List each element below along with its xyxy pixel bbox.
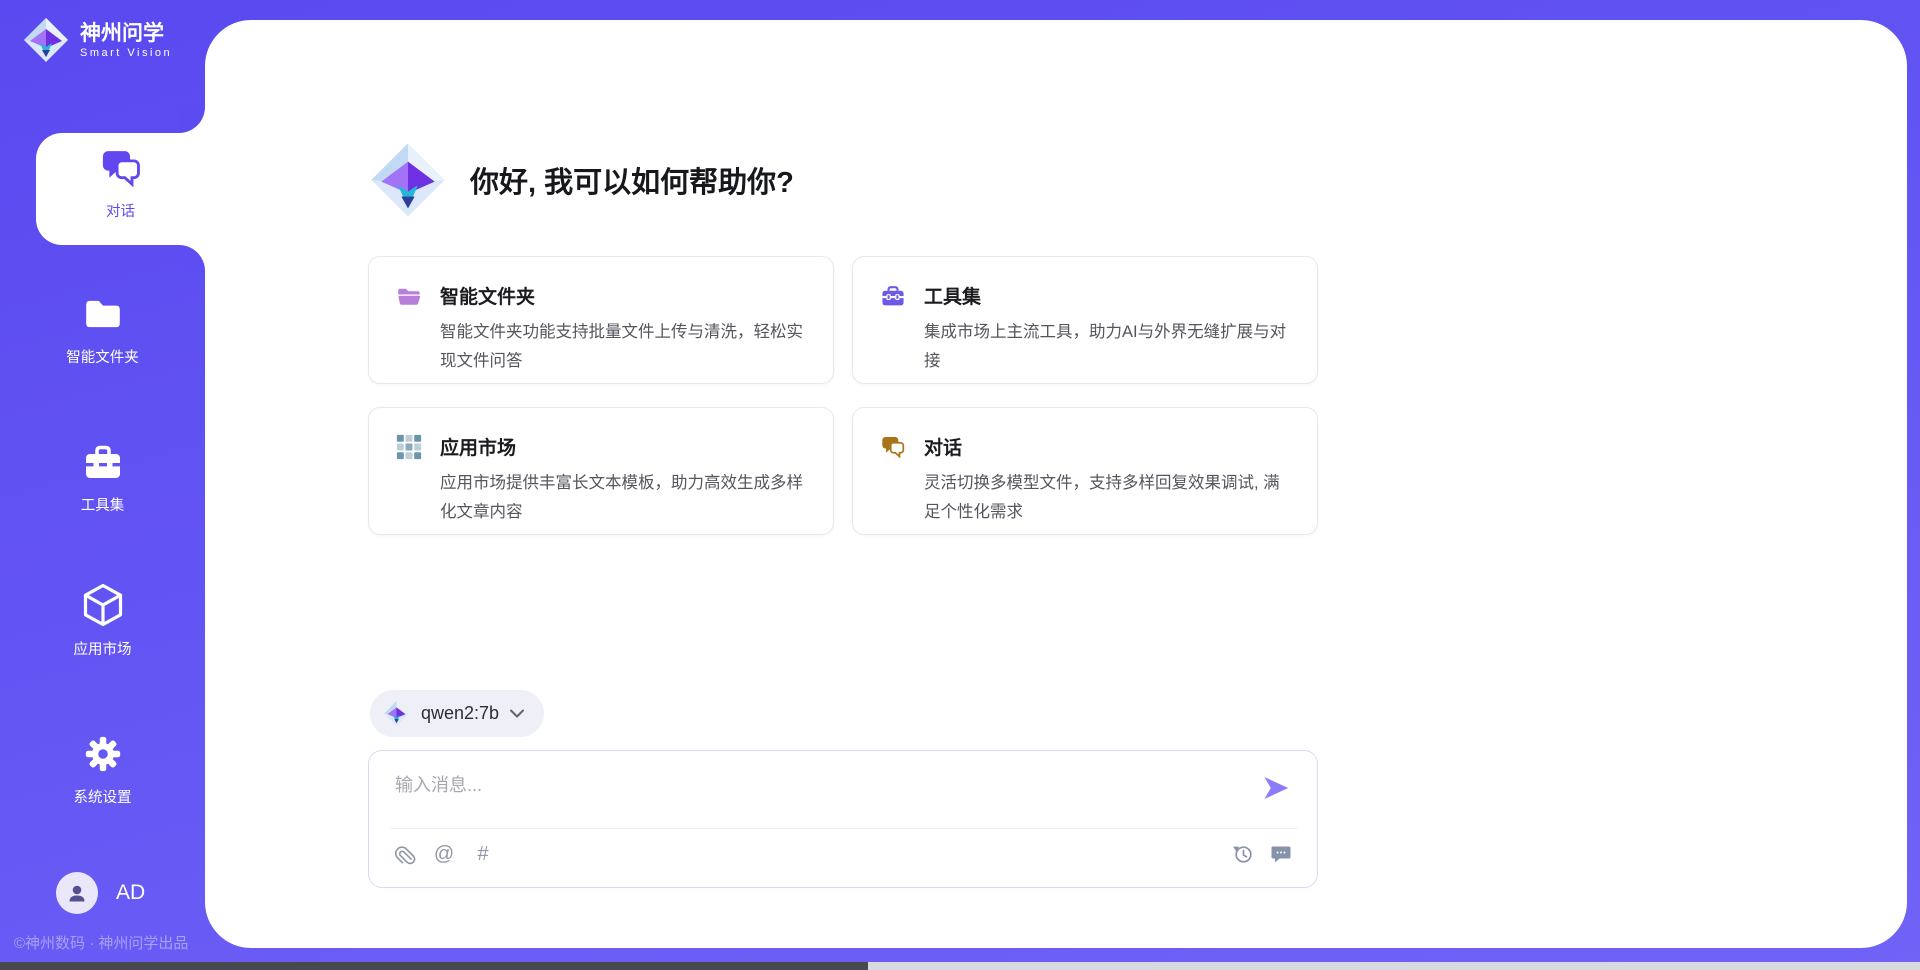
feedback-button[interactable]: [1269, 841, 1293, 867]
sidebar-item-toolset[interactable]: 工具集: [0, 438, 205, 515]
card-title: 应用市场: [440, 433, 516, 460]
assistant-logo-icon: [368, 140, 448, 220]
card-title: 对话: [924, 433, 962, 460]
card-description: 应用市场提供丰富长文本模板，助力高效生成多样化文章内容: [440, 469, 811, 527]
send-button[interactable]: [1261, 773, 1291, 803]
toolbox-icon: [81, 438, 125, 486]
sidebar-item-label: 应用市场: [74, 638, 132, 659]
card-app-market[interactable]: 应用市场 应用市场提供丰富长文本模板，助力高效生成多样化文章内容: [368, 407, 834, 535]
folder-icon: [82, 290, 124, 338]
copyright-text: ©神州数码 · 神州问学出品: [14, 932, 188, 953]
horizontal-scrollbar-thumb[interactable]: [0, 962, 868, 970]
greeting: 你好, 我可以如何帮助你?: [368, 140, 794, 220]
chevron-down-icon: [510, 709, 524, 718]
send-icon: [1261, 773, 1291, 803]
card-toolset[interactable]: 工具集 集成市场上主流工具，助力AI与外界无缝扩展与对接: [852, 256, 1318, 384]
topic-button[interactable]: #: [471, 841, 495, 867]
folder-open-icon: [396, 283, 422, 309]
card-title: 工具集: [924, 282, 981, 309]
brand-name: 神州问学: [80, 21, 172, 46]
model-name: qwen2:7b: [421, 703, 499, 724]
paperclip-icon: [395, 844, 416, 865]
composer-divider: [391, 828, 1297, 829]
grid-icon: [396, 434, 422, 460]
model-logo-icon: [383, 700, 410, 727]
attach-file-button[interactable]: [393, 841, 417, 867]
chat-icon: [99, 144, 143, 192]
feature-cards: 智能文件夹 智能文件夹功能支持批量文件上传与清洗，轻松实现文件问答 工具集 集成…: [368, 256, 1318, 535]
sidebar-item-label: 智能文件夹: [66, 346, 139, 367]
brand-subtitle: Smart Vision: [80, 47, 172, 59]
composer-right-tools: [1231, 841, 1293, 867]
history-icon: [1232, 843, 1254, 865]
history-button[interactable]: [1231, 841, 1255, 867]
greeting-title: 你好, 我可以如何帮助你?: [470, 159, 794, 201]
horizontal-scrollbar-track[interactable]: [0, 962, 1920, 970]
sidebar-item-label: 系统设置: [74, 786, 132, 807]
avatar: [56, 872, 98, 914]
chat-icon: [880, 434, 906, 460]
card-smart-folder[interactable]: 智能文件夹 智能文件夹功能支持批量文件上传与清洗，轻松实现文件问答: [368, 256, 834, 384]
user-profile[interactable]: AD: [56, 872, 145, 914]
tab-curve-bottom: [179, 245, 205, 271]
brand: 神州问学 Smart Vision: [22, 16, 172, 64]
sidebar-item-label: 工具集: [81, 494, 125, 515]
cube-icon: [80, 582, 126, 630]
user-initials: AD: [116, 881, 145, 905]
person-icon: [65, 881, 89, 905]
model-selector[interactable]: qwen2:7b: [370, 690, 544, 737]
chat-bubble-icon: [1270, 844, 1292, 864]
mention-button[interactable]: @: [432, 841, 456, 867]
hash-icon: #: [477, 843, 488, 866]
card-chat[interactable]: 对话 灵活切换多模型文件，支持多样回复效果调试, 满足个性化需求: [852, 407, 1318, 535]
sidebar-item-smart-folder[interactable]: 智能文件夹: [0, 290, 205, 367]
brand-logo-icon: [22, 16, 70, 64]
sidebar-item-label: 对话: [106, 200, 135, 221]
card-title: 智能文件夹: [440, 282, 535, 309]
sidebar-item-chat[interactable]: 对话: [36, 144, 205, 221]
tab-curve-top: [179, 107, 205, 133]
gear-icon: [82, 730, 124, 778]
toolbox-icon: [880, 283, 906, 309]
card-description: 灵活切换多模型文件，支持多样回复效果调试, 满足个性化需求: [924, 469, 1295, 527]
card-description: 集成市场上主流工具，助力AI与外界无缝扩展与对接: [924, 318, 1295, 376]
sidebar-item-settings[interactable]: 系统设置: [0, 730, 205, 807]
composer-tools: @ #: [393, 841, 495, 867]
card-description: 智能文件夹功能支持批量文件上传与清洗，轻松实现文件问答: [440, 318, 811, 376]
at-icon: @: [434, 843, 454, 866]
message-composer: @ #: [368, 750, 1318, 888]
message-input[interactable]: [393, 769, 1247, 821]
sidebar-item-app-market[interactable]: 应用市场: [0, 582, 205, 659]
app-window: 神州问学 Smart Vision 对话 智能文件夹 工具集 应用市场 系: [0, 0, 1920, 970]
